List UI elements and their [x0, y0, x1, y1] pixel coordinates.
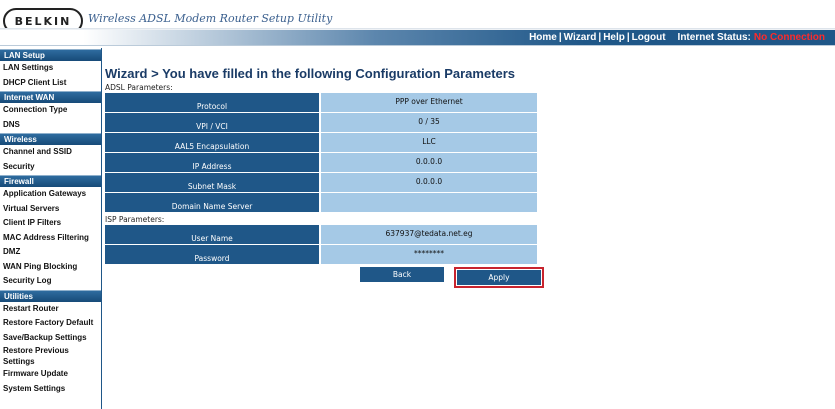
wizard-buttons: Back Apply	[360, 267, 544, 288]
sidebar-item-restore-factory-default[interactable]: Restore Factory Default	[0, 316, 101, 331]
apply-highlight-box: Apply	[454, 267, 544, 288]
internet-status-value: No Connection	[753, 32, 825, 43]
page-title: Wizard > You have filled in the followin…	[105, 66, 516, 81]
sidebar-item-wan-ping-blocking[interactable]: WAN Ping Blocking	[0, 260, 101, 275]
apply-button[interactable]: Apply	[457, 270, 541, 285]
adsl-parameters-label: ADSL Parameters:	[105, 83, 173, 92]
nav-help-link[interactable]: Help	[603, 32, 625, 43]
user-name-label: User Name	[105, 225, 319, 245]
ip-address-label: IP Address	[105, 153, 319, 173]
table-row: User Name 637937@tedata.net.eg	[105, 225, 545, 245]
app-tagline: Wireless ADSL Modem Router Setup Utility	[88, 12, 333, 25]
protocol-value: PPP over Ethernet	[321, 93, 537, 113]
sidebar-item-lan-settings[interactable]: LAN Settings	[0, 61, 101, 76]
isp-parameters-label: ISP Parameters:	[105, 215, 165, 224]
table-row: Protocol PPP over Ethernet	[105, 93, 545, 113]
protocol-label: Protocol	[105, 93, 319, 113]
subnet-mask-label: Subnet Mask	[105, 173, 319, 193]
sidebar-section-utilities: Utilities	[0, 289, 101, 302]
ip-address-value: 0.0.0.0	[321, 153, 537, 173]
sidebar-item-restore-previous-settings[interactable]: Restore Previous Settings	[0, 345, 101, 367]
internet-status-label: Internet Status:	[677, 32, 751, 43]
sidebar-section-firewall: Firewall	[0, 175, 101, 187]
sidebar-item-client-ip-filters[interactable]: Client IP Filters	[0, 216, 101, 231]
table-row: VPI / VCI 0 / 35	[105, 113, 545, 133]
back-button[interactable]: Back	[360, 267, 444, 282]
sidebar-item-connection-type[interactable]: Connection Type	[0, 103, 101, 118]
sidebar-item-security-log[interactable]: Security Log	[0, 274, 101, 289]
domain-name-server-label: Domain Name Server	[105, 193, 319, 213]
sidebar-item-application-gateways[interactable]: Application Gateways	[0, 187, 101, 202]
nav-logout-link[interactable]: Logout	[632, 32, 666, 43]
domain-name-server-value	[321, 193, 537, 213]
table-row: Domain Name Server	[105, 193, 545, 213]
sidebar-section-internet-wan: Internet WAN	[0, 91, 101, 103]
sidebar-item-dhcp-client-list[interactable]: DHCP Client List	[0, 76, 101, 91]
sidebar-item-mac-address-filtering[interactable]: MAC Address Filtering	[0, 231, 101, 246]
sidebar-item-save-backup-settings[interactable]: Save/Backup Settings	[0, 331, 101, 346]
sidebar-item-restart-router[interactable]: Restart Router	[0, 302, 101, 317]
table-row: IP Address 0.0.0.0	[105, 153, 545, 173]
user-name-value: 637937@tedata.net.eg	[321, 225, 537, 245]
table-row: AAL5 Encapsulation LLC	[105, 133, 545, 153]
nav-separator: |	[626, 32, 630, 43]
top-nav-links: Home | Wizard | Help | Logout Internet S…	[529, 30, 825, 45]
sidebar-item-channel-and-ssid[interactable]: Channel and SSID	[0, 145, 101, 160]
vpi-vci-label: VPI / VCI	[105, 113, 319, 133]
vpi-vci-value: 0 / 35	[321, 113, 537, 133]
sidebar-section-lan-setup: LAN Setup	[0, 49, 101, 61]
sidebar-item-virtual-servers[interactable]: Virtual Servers	[0, 202, 101, 217]
sidebar-item-wireless-security[interactable]: Security	[0, 160, 101, 175]
table-row: Password ********	[105, 245, 545, 265]
nav-separator: |	[558, 32, 562, 43]
sidebar-section-wireless: Wireless	[0, 133, 101, 145]
sidebar-item-dns[interactable]: DNS	[0, 118, 101, 133]
nav-home-link[interactable]: Home	[529, 32, 557, 43]
password-label: Password	[105, 245, 319, 265]
logo-text: BELKIN	[14, 14, 72, 28]
table-row: Subnet Mask 0.0.0.0	[105, 173, 545, 193]
sidebar: LAN Setup LAN Settings DHCP Client List …	[0, 48, 102, 409]
password-value: ********	[321, 245, 537, 265]
sidebar-item-firmware-update[interactable]: Firmware Update	[0, 367, 101, 382]
aal5-encapsulation-label: AAL5 Encapsulation	[105, 133, 319, 153]
aal5-encapsulation-value: LLC	[321, 133, 537, 153]
sidebar-item-system-settings[interactable]: System Settings	[0, 382, 101, 397]
sidebar-item-dmz[interactable]: DMZ	[0, 245, 101, 260]
main-content: Wizard > You have filled in the followin…	[105, 66, 545, 288]
subnet-mask-value: 0.0.0.0	[321, 173, 537, 193]
nav-wizard-link[interactable]: Wizard	[564, 32, 597, 43]
nav-separator: |	[598, 32, 602, 43]
